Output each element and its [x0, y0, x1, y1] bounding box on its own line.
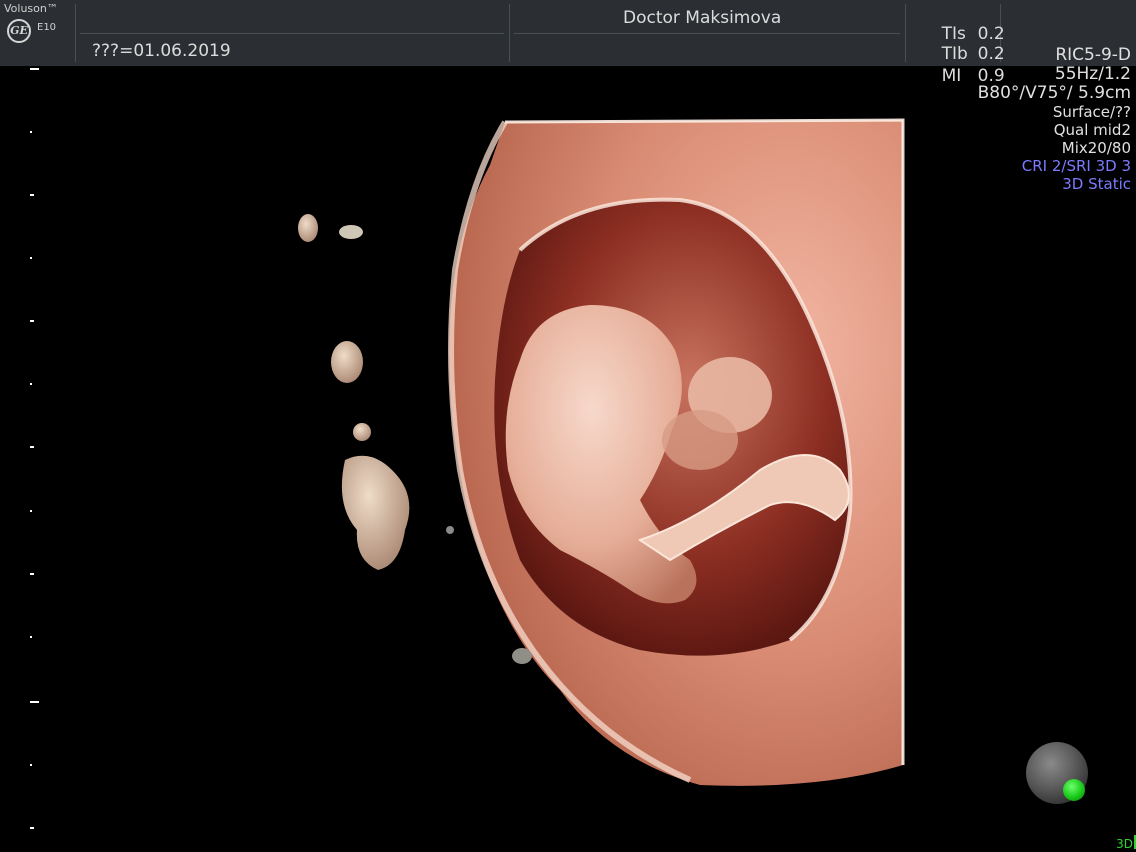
depth-tick	[30, 320, 34, 322]
divider	[509, 4, 510, 62]
depth-tick	[30, 701, 39, 703]
echo-blob	[331, 341, 363, 383]
depth-tick	[30, 573, 34, 575]
depth-tick	[30, 636, 32, 638]
echo-blob	[446, 526, 454, 534]
imaging-mode: 3D Static	[1062, 175, 1131, 193]
ultrasound-3d-render[interactable]	[0, 66, 1136, 852]
probe-name: RIC5-9-D	[1055, 45, 1131, 65]
model-label: E10	[37, 22, 57, 33]
mix-setting: Mix20/80	[1061, 139, 1131, 157]
mode-indicator: 3D	[1116, 837, 1133, 851]
depth-tick	[30, 827, 34, 829]
depth-tick	[30, 131, 32, 133]
frame-rate: 55Hz/1.2	[1054, 64, 1131, 84]
depth-tick	[30, 383, 32, 385]
operator-name: Doctor Maksimova	[623, 8, 782, 28]
echo-blob	[512, 648, 532, 664]
top-info-bar: Voluson™ GE E10 ???=01.06.2019 Doctor Ma…	[0, 0, 1136, 86]
brand-label: Voluson™	[4, 2, 58, 15]
orientation-marker-icon	[1063, 779, 1085, 801]
depth-tick	[30, 68, 39, 70]
echo-blob	[353, 423, 371, 441]
render-mode: Surface/??	[1052, 103, 1131, 121]
depth-tick	[30, 510, 32, 512]
embryo-limb	[662, 410, 738, 470]
exam-date: ???=01.06.2019	[92, 41, 231, 61]
divider	[80, 33, 504, 34]
echo-blob	[339, 225, 363, 239]
echo-blob	[341, 455, 410, 570]
acquisition-parameters: RIC5-9-D 55Hz/1.2 B80°/V75°/ 5.9cm Surfa…	[977, 45, 1131, 194]
filter-setting: CRI 2/SRI 3D 3	[1021, 157, 1131, 175]
depth-tick	[30, 257, 32, 259]
divider	[905, 4, 906, 62]
divider	[514, 33, 900, 34]
ge-logo-icon: GE	[7, 19, 31, 43]
depth-tick	[30, 194, 34, 196]
quality-setting: Qual mid2	[1053, 121, 1131, 139]
echo-blob	[298, 214, 318, 242]
divider	[75, 4, 76, 62]
volume-angles: B80°/V75°/ 5.9cm	[977, 83, 1131, 103]
depth-tick	[30, 446, 34, 448]
depth-tick	[30, 764, 32, 766]
